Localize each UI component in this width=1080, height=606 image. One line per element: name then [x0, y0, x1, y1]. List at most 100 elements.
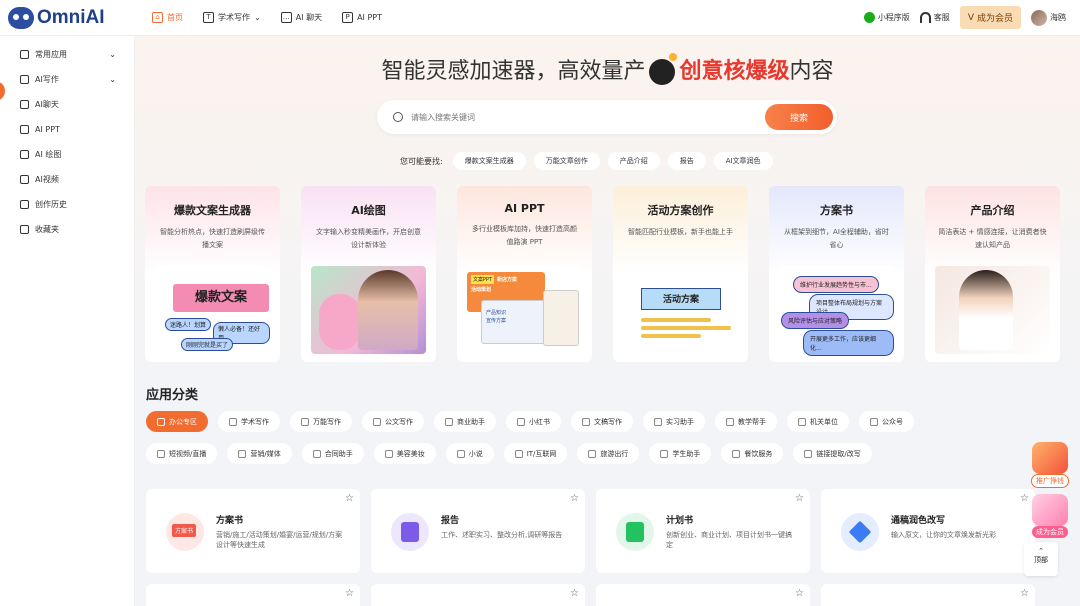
- doc-icon: [20, 50, 29, 59]
- sidebar-item-label: 创作历史: [35, 200, 67, 209]
- star-icon[interactable]: ☆: [345, 493, 354, 504]
- sidebar-item-history[interactable]: 创作历史: [0, 192, 134, 217]
- category-row: 办公专区 学术写作 万能写作 公文写作 商业助手 小红书 文稿写作 实习助手 教…: [146, 411, 1066, 432]
- category-office[interactable]: 办公专区: [146, 411, 208, 432]
- category-academic[interactable]: 学术写作: [218, 411, 280, 432]
- service-label: 客服: [933, 13, 950, 22]
- sidebar-item-ai-drawing[interactable]: AI 绘图: [0, 142, 134, 167]
- suggest-chip[interactable]: 产品介绍: [607, 152, 660, 170]
- search-button[interactable]: 搜索: [765, 104, 833, 130]
- miniprogram-link[interactable]: 小程序版: [863, 12, 910, 23]
- app-card[interactable]: ☆: [821, 584, 1035, 606]
- search-input[interactable]: [411, 112, 765, 122]
- star-icon[interactable]: ☆: [1020, 493, 1029, 504]
- feature-card-ai-ppt[interactable]: AI PPT 多行业模板库加持，快速打造高颜值路演 PPT 文案PPT 新店方案…: [457, 186, 592, 362]
- category-short-video[interactable]: 短视频/直播: [146, 443, 218, 464]
- sidebar-item-ai-video[interactable]: AI视频: [0, 167, 134, 192]
- plan-check-glyph: [626, 522, 644, 542]
- category-internship[interactable]: 实习助手: [643, 411, 705, 432]
- category-travel[interactable]: 旅游出行: [577, 443, 640, 464]
- app-desc: 输入原文，让你的文章焕发新光彩: [891, 531, 996, 539]
- megaphone-icon: [238, 449, 247, 458]
- app-card[interactable]: ☆: [596, 584, 810, 606]
- category-manuscript[interactable]: 文稿写作: [571, 411, 633, 432]
- suggest-chip[interactable]: 报告: [667, 152, 706, 170]
- app-card-report[interactable]: ☆ 报告 工作、述职实习、整改分析,调研等报告: [371, 489, 585, 573]
- star-icon[interactable]: ☆: [570, 493, 579, 504]
- nav-academic[interactable]: T 学术写作 ⌄: [203, 12, 261, 23]
- app-grid-row-2: ☆ ☆ ☆ ☆: [146, 584, 1035, 606]
- chevron-down-icon: ⌄: [109, 75, 116, 84]
- wechat-icon: [870, 417, 878, 426]
- file-icon: [582, 417, 590, 426]
- back-to-top-button[interactable]: ⌃ 顶部: [1024, 542, 1058, 576]
- category-teaching[interactable]: 教学帮手: [715, 411, 777, 432]
- feature-card-event-plan[interactable]: 活动方案创作 智能匹配行业模板，新手也能上手 活动方案: [613, 186, 748, 362]
- category-student[interactable]: 学生助手: [649, 443, 712, 464]
- star-icon[interactable]: ☆: [795, 588, 804, 599]
- category-label: 合同助手: [324, 449, 353, 458]
- app-title: 报告: [441, 516, 460, 526]
- category-marketing[interactable]: 营销/媒体: [227, 443, 292, 464]
- suggest-chip[interactable]: 爆款文案生成器: [452, 152, 526, 170]
- top-bar: OmniAI ⌂ 首页 T 学术写作 ⌄ … AI 聊天 P AI PPT 小程序版 客服…: [0, 0, 1080, 36]
- app-card[interactable]: ☆: [371, 584, 585, 606]
- member-widget[interactable]: 成为会员: [1030, 494, 1070, 538]
- feature-card-ai-drawing[interactable]: AI绘图 文字输入秒变精美画作，开启创意设计新体验: [301, 186, 436, 362]
- app-card-business-plan[interactable]: ☆ 计划书 创新创业、商业计划、项目计划书一键搞定: [596, 489, 810, 573]
- category-label: 文稿写作: [594, 417, 622, 426]
- card-title: AI PPT: [504, 202, 545, 215]
- sidebar-item-label: 收藏夹: [35, 225, 59, 234]
- sidebar-item-common-apps[interactable]: 常用应用 ⌄: [0, 42, 134, 67]
- sidebar-item-favorites[interactable]: 收藏夹: [0, 217, 134, 242]
- category-business[interactable]: 商业助手: [434, 411, 496, 432]
- nav-ai-ppt[interactable]: P AI PPT: [342, 12, 382, 23]
- category-contract[interactable]: 合同助手: [301, 443, 364, 464]
- promo-widget[interactable]: 推广挣钱: [1030, 442, 1070, 488]
- category-universal[interactable]: 万能写作: [290, 411, 352, 432]
- category-filter: 办公专区 学术写作 万能写作 公文写作 商业助手 小红书 文稿写作 实习助手 教…: [146, 411, 1066, 475]
- ppt-line: 活动策划: [471, 287, 492, 293]
- nav-home[interactable]: ⌂ 首页: [152, 12, 183, 23]
- category-xiaohongshu[interactable]: 小红书: [506, 411, 561, 432]
- app-card[interactable]: ☆: [146, 584, 360, 606]
- search-icon: [393, 112, 403, 122]
- category-novel[interactable]: 小说: [445, 443, 494, 464]
- become-vip-button[interactable]: V 成为会员: [959, 6, 1021, 29]
- card-desc: 文字输入秒变精美画作，开启创意设计新体验: [316, 228, 421, 249]
- category-link-extract[interactable]: 链接提取/改写: [793, 443, 872, 464]
- category-it[interactable]: IT/互联网: [503, 443, 568, 464]
- app-card-proposal[interactable]: ☆ 方案书 方案书 营销/施工/活动策划/婚宴/运营/规划/方案设计等快速生成: [146, 489, 360, 573]
- main-content: 智能灵感加速器，高效量产 创意核爆级内容 搜索 您可能要找: 爆款文案生成器 万能…: [135, 36, 1080, 606]
- event-plan-illustration: 活动方案: [623, 266, 738, 354]
- nav-ai-chat[interactable]: … AI 聊天: [280, 12, 322, 23]
- sidebar-item-ai-writing[interactable]: AI写作 ⌄: [0, 67, 134, 92]
- illustration-pill: 维护行业发展趋势性与市...: [793, 276, 879, 293]
- category-wechat[interactable]: 公众号: [859, 411, 914, 432]
- category-beauty[interactable]: 美容美妆: [373, 443, 436, 464]
- feature-card-copywriting[interactable]: 爆款文案生成器 智能分析热点，快速打造刷屏级传播文案 爆款文案 迷路人！划算 懒…: [145, 186, 280, 362]
- star-icon[interactable]: ☆: [795, 493, 804, 504]
- suggest-chip[interactable]: 万能文章创作: [533, 152, 600, 170]
- product-intro-illustration: [935, 266, 1050, 354]
- user-menu[interactable]: 海鸥: [1031, 9, 1066, 26]
- sidebar-item-ai-chat[interactable]: AI聊天: [0, 92, 134, 117]
- logo[interactable]: OmniAI: [8, 6, 136, 29]
- service-link[interactable]: 客服: [919, 12, 950, 23]
- miniprogram-icon: [863, 12, 875, 23]
- chevron-down-icon: ⌄: [109, 50, 116, 59]
- sidebar-item-label: AI PPT: [35, 125, 60, 134]
- sidebar-item-ai-ppt[interactable]: AI PPT: [0, 117, 134, 142]
- star-icon[interactable]: ☆: [1020, 588, 1029, 599]
- app-card-polish[interactable]: ☆ 通稿润色改写 输入原文，让你的文章焕发新光彩: [821, 489, 1035, 573]
- feature-card-product-intro[interactable]: 产品介绍 简洁表达 + 情感连接，让消费者快速认知产品: [925, 186, 1060, 362]
- star-icon[interactable]: ☆: [345, 588, 354, 599]
- category-government[interactable]: 机关单位: [787, 411, 849, 432]
- card-desc: 智能匹配行业模板，新手也能上手: [628, 228, 733, 236]
- suggest-chip[interactable]: AI文章润色: [713, 152, 773, 170]
- card-desc: 简洁表达 + 情感连接，让消费者快速认知产品: [938, 228, 1047, 249]
- feature-card-proposal[interactable]: 方案书 从框架到细节，AI全程辅助，省时省心 维护行业发展趋势性与市... 项目…: [769, 186, 904, 362]
- category-catering[interactable]: 餐饮服务: [721, 443, 784, 464]
- star-icon[interactable]: ☆: [570, 588, 579, 599]
- category-official[interactable]: 公文写作: [362, 411, 424, 432]
